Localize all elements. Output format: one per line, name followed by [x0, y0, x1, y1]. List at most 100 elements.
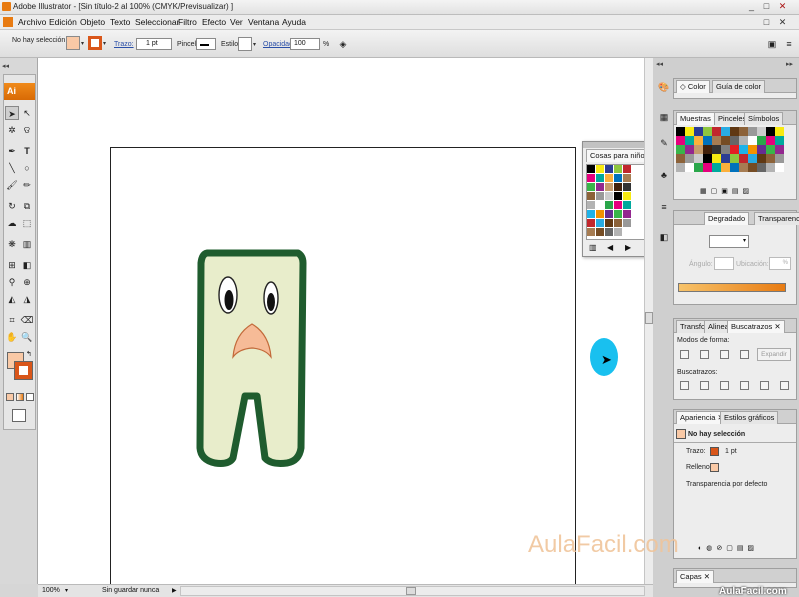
- location-field[interactable]: %: [769, 257, 791, 270]
- color-swatch[interactable]: [757, 145, 766, 154]
- color-swatch[interactable]: [676, 127, 685, 136]
- color-swatch[interactable]: [623, 210, 631, 218]
- recolor-artwork-icon[interactable]: ◈: [336, 37, 350, 51]
- scale-tool-icon[interactable]: ⧉: [20, 199, 34, 213]
- color-swatch[interactable]: [605, 183, 613, 191]
- control-panel-menu-icon[interactable]: ≡: [782, 37, 796, 51]
- color-swatch[interactable]: [694, 163, 703, 172]
- color-swatch[interactable]: [757, 127, 766, 136]
- minus-back-icon[interactable]: [780, 381, 789, 390]
- color-swatch[interactable]: [721, 163, 730, 172]
- color-panel-icon[interactable]: 🎨: [657, 80, 671, 94]
- swatches-panel-icon[interactable]: ▦: [657, 110, 671, 124]
- expand-button[interactable]: Expandir: [757, 348, 791, 361]
- menu-archivo[interactable]: Archivo: [18, 17, 46, 27]
- none-mode-icon[interactable]: [26, 393, 34, 401]
- color-swatch[interactable]: [712, 127, 721, 136]
- color-swatch[interactable]: [748, 136, 757, 145]
- color-swatch[interactable]: [614, 201, 622, 209]
- color-swatch[interactable]: [775, 154, 784, 163]
- color-swatch[interactable]: [775, 127, 784, 136]
- color-swatch[interactable]: [587, 192, 595, 200]
- color-swatch[interactable]: [596, 165, 604, 173]
- type-tool-icon[interactable]: T: [20, 144, 34, 158]
- stroke-color-swatch[interactable]: [88, 36, 102, 50]
- horizontal-scrollbar[interactable]: [180, 586, 645, 596]
- hand-tool-icon[interactable]: ✋: [5, 330, 19, 344]
- document-setup-icon[interactable]: ▣: [765, 37, 779, 51]
- color-swatch[interactable]: [748, 163, 757, 172]
- tab-transparency[interactable]: Transparencia: [754, 212, 799, 225]
- color-swatch[interactable]: [712, 136, 721, 145]
- color-swatch[interactable]: [748, 127, 757, 136]
- appearance-actions-icon[interactable]: ◐◍⊘▢▤▨: [698, 544, 758, 552]
- trim-icon[interactable]: [700, 381, 709, 390]
- color-swatch[interactable]: [596, 228, 604, 236]
- color-swatch[interactable]: [694, 136, 703, 145]
- color-swatch[interactable]: [748, 145, 757, 154]
- color-swatch[interactable]: [605, 192, 613, 200]
- color-swatch[interactable]: [766, 127, 775, 136]
- line-tool-icon[interactable]: ╲: [5, 161, 19, 175]
- previous-library-icon[interactable]: ◀: [607, 243, 613, 252]
- menu-objeto[interactable]: Objeto: [80, 17, 105, 27]
- color-swatch[interactable]: [623, 174, 631, 182]
- color-swatch[interactable]: [596, 210, 604, 218]
- color-swatch[interactable]: [596, 201, 604, 209]
- color-swatch[interactable]: [623, 219, 631, 227]
- menu-filtro[interactable]: Filtro: [178, 17, 197, 27]
- appearance-opacity[interactable]: Transparencia por defecto: [686, 481, 767, 488]
- stroke-weight-field[interactable]: 1 pt: [136, 38, 172, 50]
- color-swatch[interactable]: [739, 127, 748, 136]
- pencil-tool-icon[interactable]: ✏: [20, 178, 34, 192]
- stroke-label[interactable]: Trazo:: [114, 41, 134, 48]
- opacity-field[interactable]: 100: [290, 38, 320, 50]
- collapse-icon[interactable]: ◂◂: [656, 60, 663, 68]
- color-swatch[interactable]: [623, 183, 631, 191]
- fill-color-swatch[interactable]: [66, 36, 80, 50]
- color-swatch[interactable]: [757, 154, 766, 163]
- color-swatch[interactable]: [614, 183, 622, 191]
- color-swatch[interactable]: [703, 154, 712, 163]
- appearance-fill-swatch[interactable]: [710, 463, 719, 472]
- color-swatch[interactable]: [748, 154, 757, 163]
- color-swatch[interactable]: [739, 154, 748, 163]
- color-swatch[interactable]: [739, 163, 748, 172]
- mesh-tool-icon[interactable]: ⊞: [5, 258, 19, 272]
- color-swatch[interactable]: [703, 127, 712, 136]
- color-swatch[interactable]: [676, 145, 685, 154]
- doc-close-button[interactable]: ✕: [776, 17, 789, 28]
- menu-edicion[interactable]: Edición: [49, 17, 77, 27]
- color-swatch[interactable]: [685, 145, 694, 154]
- crop-icon[interactable]: [740, 381, 749, 390]
- color-swatch[interactable]: [614, 219, 622, 227]
- color-swatch[interactable]: [703, 163, 712, 172]
- color-swatch[interactable]: [685, 163, 694, 172]
- brushes-panel-icon[interactable]: ✎: [657, 136, 671, 150]
- tab-gradient[interactable]: Degradado: [704, 212, 750, 225]
- maximize-button[interactable]: □: [760, 1, 773, 12]
- color-swatch[interactable]: [596, 219, 604, 227]
- unite-icon[interactable]: [680, 350, 689, 359]
- color-mode-icon[interactable]: [6, 393, 14, 401]
- menu-seleccionar[interactable]: Seleccionar: [135, 17, 179, 27]
- color-swatch[interactable]: [721, 154, 730, 163]
- expand-icon[interactable]: ▸▸: [786, 60, 793, 68]
- gradient-mode-icon[interactable]: [16, 393, 24, 401]
- color-swatch[interactable]: [721, 136, 730, 145]
- color-swatch[interactable]: [596, 192, 604, 200]
- color-swatch[interactable]: [730, 163, 739, 172]
- chevron-down-icon[interactable]: ▾: [81, 40, 84, 47]
- vertical-scroll-thumb[interactable]: [645, 312, 653, 324]
- tab-color-guide[interactable]: Guía de color: [712, 80, 766, 93]
- color-swatch[interactable]: [730, 145, 739, 154]
- artboard[interactable]: [110, 147, 576, 587]
- exclude-icon[interactable]: [740, 350, 749, 359]
- chevron-down-icon[interactable]: ▾: [253, 41, 256, 48]
- gradient-panel-icon[interactable]: ◧: [657, 230, 671, 244]
- color-swatch[interactable]: [721, 127, 730, 136]
- status-menu-icon[interactable]: ▶: [172, 587, 177, 594]
- intersect-icon[interactable]: [720, 350, 729, 359]
- lasso-tool-icon[interactable]: ଡ: [20, 123, 34, 137]
- outline-icon[interactable]: [760, 381, 769, 390]
